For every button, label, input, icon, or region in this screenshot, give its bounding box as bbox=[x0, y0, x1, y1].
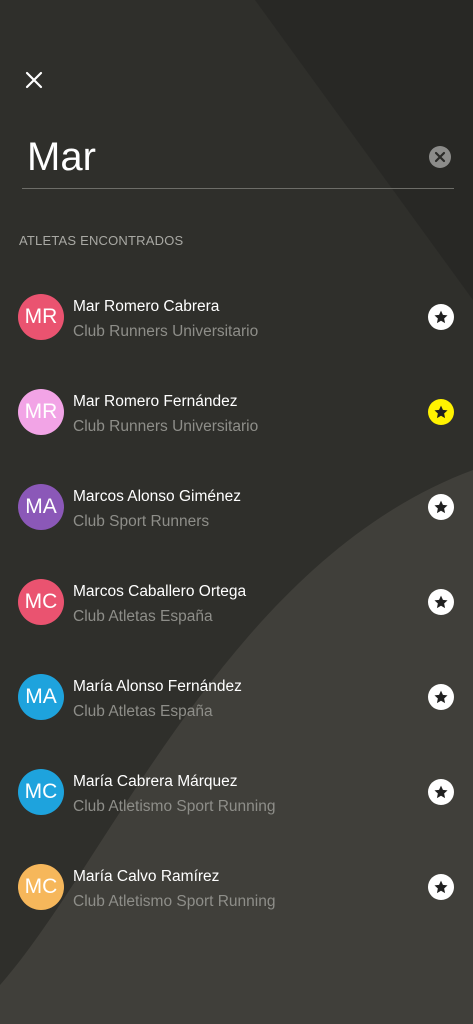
athlete-row[interactable]: MA María Alonso Fernández Club Atletas E… bbox=[0, 649, 473, 744]
star-icon bbox=[434, 690, 448, 704]
athlete-club: Club Runners Universitario bbox=[73, 418, 259, 435]
athlete-list: MR Mar Romero Cabrera Club Runners Unive… bbox=[0, 269, 473, 934]
star-icon bbox=[434, 500, 448, 514]
athlete-name: Marcos Caballero Ortega bbox=[73, 583, 247, 600]
athlete-club: Club Atletas España bbox=[73, 703, 213, 720]
favorite-button[interactable] bbox=[428, 399, 454, 425]
favorite-button[interactable] bbox=[428, 684, 454, 710]
avatar: MC bbox=[18, 579, 64, 625]
search-athletes-screen: ATLETAS ENCONTRADOS MR Mar Romero Cabrer… bbox=[0, 0, 473, 1024]
athlete-club: Club Atletas España bbox=[73, 608, 213, 625]
athlete-name: Mar Romero Fernández bbox=[73, 393, 238, 410]
favorite-button[interactable] bbox=[428, 779, 454, 805]
star-icon bbox=[434, 595, 448, 609]
avatar: MA bbox=[18, 484, 64, 530]
avatar: MR bbox=[18, 389, 64, 435]
clear-icon bbox=[429, 146, 451, 168]
athlete-row[interactable]: MC Marcos Caballero Ortega Club Atletas … bbox=[0, 554, 473, 649]
avatar: MR bbox=[18, 294, 64, 340]
close-icon bbox=[25, 71, 43, 89]
favorite-button[interactable] bbox=[428, 589, 454, 615]
star-icon bbox=[434, 310, 448, 324]
favorite-button[interactable] bbox=[428, 494, 454, 520]
athlete-row[interactable]: MR Mar Romero Fernández Club Runners Uni… bbox=[0, 364, 473, 459]
athlete-name: Mar Romero Cabrera bbox=[73, 298, 220, 315]
section-title: ATLETAS ENCONTRADOS bbox=[19, 233, 184, 248]
avatar: MA bbox=[18, 674, 64, 720]
athlete-club: Club Runners Universitario bbox=[73, 323, 259, 340]
search-field bbox=[22, 126, 454, 189]
favorite-button[interactable] bbox=[428, 304, 454, 330]
close-button[interactable] bbox=[18, 64, 50, 96]
athlete-name: Marcos Alonso Giménez bbox=[73, 488, 241, 505]
athlete-row[interactable]: MA Marcos Alonso Giménez Club Sport Runn… bbox=[0, 459, 473, 554]
avatar: MC bbox=[18, 769, 64, 815]
favorite-button[interactable] bbox=[428, 874, 454, 900]
star-icon bbox=[434, 880, 448, 894]
avatar: MC bbox=[18, 864, 64, 910]
search-input[interactable] bbox=[27, 130, 417, 184]
star-icon bbox=[434, 785, 448, 799]
athlete-row[interactable]: MC María Cabrera Márquez Club Atletismo … bbox=[0, 744, 473, 839]
athlete-name: María Calvo Ramírez bbox=[73, 868, 220, 885]
athlete-row[interactable]: MR Mar Romero Cabrera Club Runners Unive… bbox=[0, 269, 473, 364]
athlete-club: Club Sport Runners bbox=[73, 513, 210, 530]
star-icon bbox=[434, 405, 448, 419]
athlete-club: Club Atletismo Sport Running bbox=[73, 893, 276, 910]
athlete-club: Club Atletismo Sport Running bbox=[73, 798, 276, 815]
clear-search-button[interactable] bbox=[428, 145, 452, 169]
athlete-row[interactable]: MC María Calvo Ramírez Club Atletismo Sp… bbox=[0, 839, 473, 934]
athlete-name: María Alonso Fernández bbox=[73, 678, 242, 695]
athlete-name: María Cabrera Márquez bbox=[73, 773, 238, 790]
